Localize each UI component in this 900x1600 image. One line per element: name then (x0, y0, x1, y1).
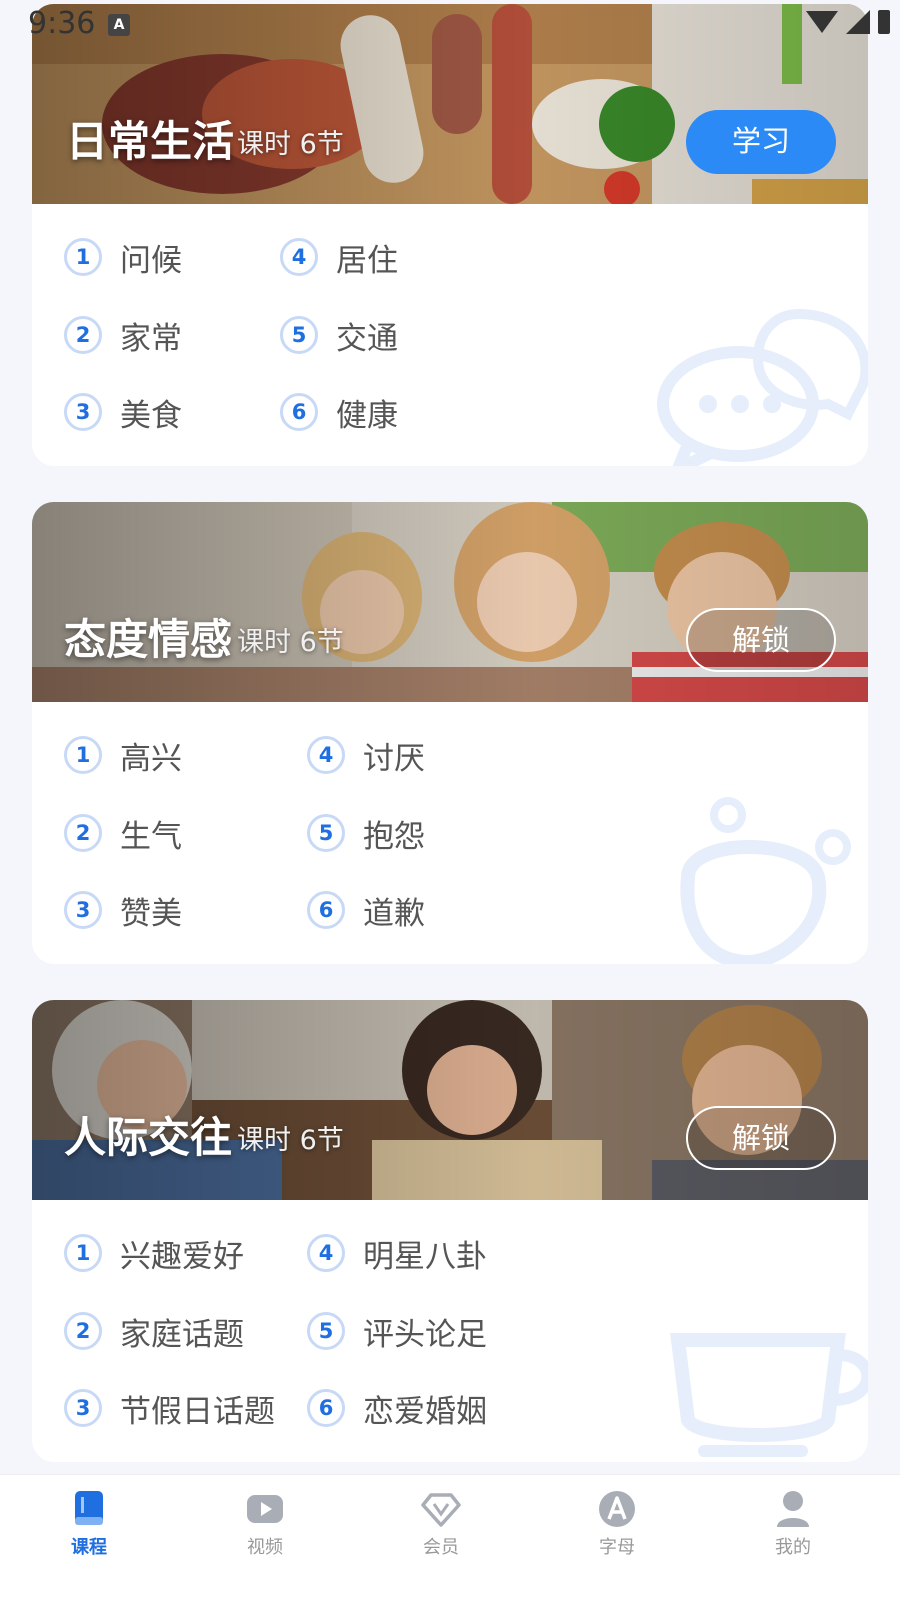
user-icon (777, 1491, 809, 1527)
tab-label: 我的 (775, 1537, 811, 1558)
lesson-number: 4 (307, 1234, 345, 1272)
lesson-number: 1 (64, 1234, 102, 1272)
tab-label: 会员 (423, 1537, 459, 1558)
lesson-label: 赞美 (120, 895, 182, 932)
tab-label: 字母 (599, 1537, 635, 1558)
lesson-label: 问候 (120, 242, 182, 279)
diamond-icon (421, 1493, 461, 1527)
lesson-number: 2 (64, 1312, 102, 1350)
lesson-item[interactable]: 1 兴趣爱好 (64, 1228, 244, 1278)
lesson-number: 5 (307, 814, 345, 852)
lesson-label: 美食 (120, 397, 182, 434)
teapot-icon (680, 797, 851, 964)
lesson-item[interactable]: 2 家庭话题 (64, 1306, 244, 1356)
card-title: 日常生活 (66, 117, 235, 166)
lesson-list: 1 问候 2 家常 3 美食 4 居住 5 交通 6 健康 (32, 204, 868, 466)
lesson-label: 兴趣爱好 (120, 1238, 244, 1275)
course-card-social-interaction[interactable]: 人际交往 课时 6节 解锁 1 兴趣爱好 2 家庭话题 3 节假日话题 4 明星… (32, 1000, 868, 1462)
lesson-item[interactable]: 6 道歉 (307, 885, 425, 935)
book-icon (75, 1491, 103, 1525)
lesson-item[interactable]: 1 问候 (64, 232, 182, 282)
status-bar: 9:36 A (0, 0, 900, 46)
bottom-tab-bar: 课程 视频 会员 字母 我的 (0, 1474, 900, 1600)
wifi-icon (806, 11, 838, 33)
card-lesson-count: 课时 6节 (237, 1125, 344, 1156)
lesson-number: 5 (280, 316, 318, 354)
lesson-number: 3 (64, 891, 102, 929)
lesson-item[interactable]: 6 恋爱婚姻 (307, 1383, 487, 1433)
card-lesson-count: 课时 6节 (237, 129, 344, 160)
tab-vip[interactable]: 会员 (381, 1489, 501, 1559)
lesson-number: 2 (64, 316, 102, 354)
lesson-number: 3 (64, 393, 102, 431)
tab-courses[interactable]: 课程 (29, 1489, 149, 1559)
lesson-number: 1 (64, 736, 102, 774)
lesson-item[interactable]: 5 抱怨 (307, 808, 425, 858)
course-banner: 人际交往 课时 6节 解锁 (32, 1000, 868, 1200)
lesson-label: 讨厌 (363, 740, 425, 777)
unlock-button[interactable]: 解锁 (686, 608, 836, 672)
lesson-label: 高兴 (120, 740, 182, 777)
tab-video[interactable]: 视频 (205, 1489, 325, 1559)
play-icon (247, 1495, 283, 1523)
study-button[interactable]: 学习 (686, 110, 836, 174)
tab-label: 课程 (71, 1537, 107, 1558)
battery-icon (878, 10, 890, 34)
course-card-daily-life[interactable]: 日常生活 课时 6节 学习 1 问候 2 家常 3 美食 4 居住 5 交通 6… (32, 4, 868, 466)
letter-a-icon (599, 1491, 635, 1527)
notification-a-icon: A (108, 14, 130, 36)
lesson-label: 抱怨 (363, 818, 425, 855)
unlock-button[interactable]: 解锁 (686, 1106, 836, 1170)
lesson-item[interactable]: 3 赞美 (64, 885, 182, 935)
lesson-label: 家庭话题 (120, 1316, 244, 1353)
signal-icon (846, 10, 870, 34)
lesson-item[interactable]: 4 讨厌 (307, 730, 425, 780)
lesson-label: 评头论足 (363, 1316, 487, 1353)
lesson-number: 4 (307, 736, 345, 774)
card-lesson-count: 课时 6节 (237, 627, 344, 658)
lesson-label: 生气 (120, 818, 182, 855)
tab-me[interactable]: 我的 (733, 1489, 853, 1559)
lesson-number: 3 (64, 1389, 102, 1427)
lesson-item[interactable]: 5 交通 (280, 310, 398, 360)
status-time: 9:36 (28, 6, 96, 41)
lesson-item[interactable]: 1 高兴 (64, 730, 182, 780)
lesson-number: 6 (280, 393, 318, 431)
lesson-number: 6 (307, 1389, 345, 1427)
lesson-label: 节假日话题 (120, 1393, 275, 1430)
lesson-item[interactable]: 5 评头论足 (307, 1306, 487, 1356)
lesson-number: 5 (307, 1312, 345, 1350)
card-title: 态度情感 (64, 615, 233, 664)
lesson-number: 4 (280, 238, 318, 276)
chat-bubble-icon (657, 308, 868, 466)
lesson-item[interactable]: 2 生气 (64, 808, 182, 858)
lesson-number: 6 (307, 891, 345, 929)
tab-alphabet[interactable]: 字母 (557, 1489, 677, 1559)
lesson-label: 恋爱婚姻 (363, 1393, 487, 1430)
lesson-list: 1 兴趣爱好 2 家庭话题 3 节假日话题 4 明星八卦 5 评头论足 6 恋爱… (32, 1200, 868, 1462)
course-card-attitude-emotion[interactable]: 态度情感 课时 6节 解锁 1 高兴 2 生气 3 赞美 4 讨厌 5 抱怨 6… (32, 502, 868, 964)
lesson-number: 2 (64, 814, 102, 852)
lesson-item[interactable]: 3 节假日话题 (64, 1383, 275, 1433)
lesson-number: 1 (64, 238, 102, 276)
coffee-cup-icon (670, 1333, 868, 1457)
course-banner: 态度情感 课时 6节 解锁 (32, 502, 868, 702)
lesson-label: 健康 (336, 397, 398, 434)
lesson-label: 交通 (336, 320, 398, 357)
lesson-label: 居住 (336, 242, 398, 279)
tab-label: 视频 (247, 1537, 283, 1558)
lesson-item[interactable]: 6 健康 (280, 387, 398, 437)
lesson-label: 道歉 (363, 895, 425, 932)
lesson-item[interactable]: 4 居住 (280, 232, 398, 282)
card-title: 人际交往 (64, 1113, 233, 1162)
lesson-item[interactable]: 4 明星八卦 (307, 1228, 487, 1278)
lesson-label: 明星八卦 (363, 1238, 487, 1275)
lesson-item[interactable]: 3 美食 (64, 387, 182, 437)
lesson-list: 1 高兴 2 生气 3 赞美 4 讨厌 5 抱怨 6 道歉 (32, 702, 868, 964)
lesson-item[interactable]: 2 家常 (64, 310, 182, 360)
status-indicators (806, 10, 890, 34)
lesson-label: 家常 (120, 320, 182, 357)
